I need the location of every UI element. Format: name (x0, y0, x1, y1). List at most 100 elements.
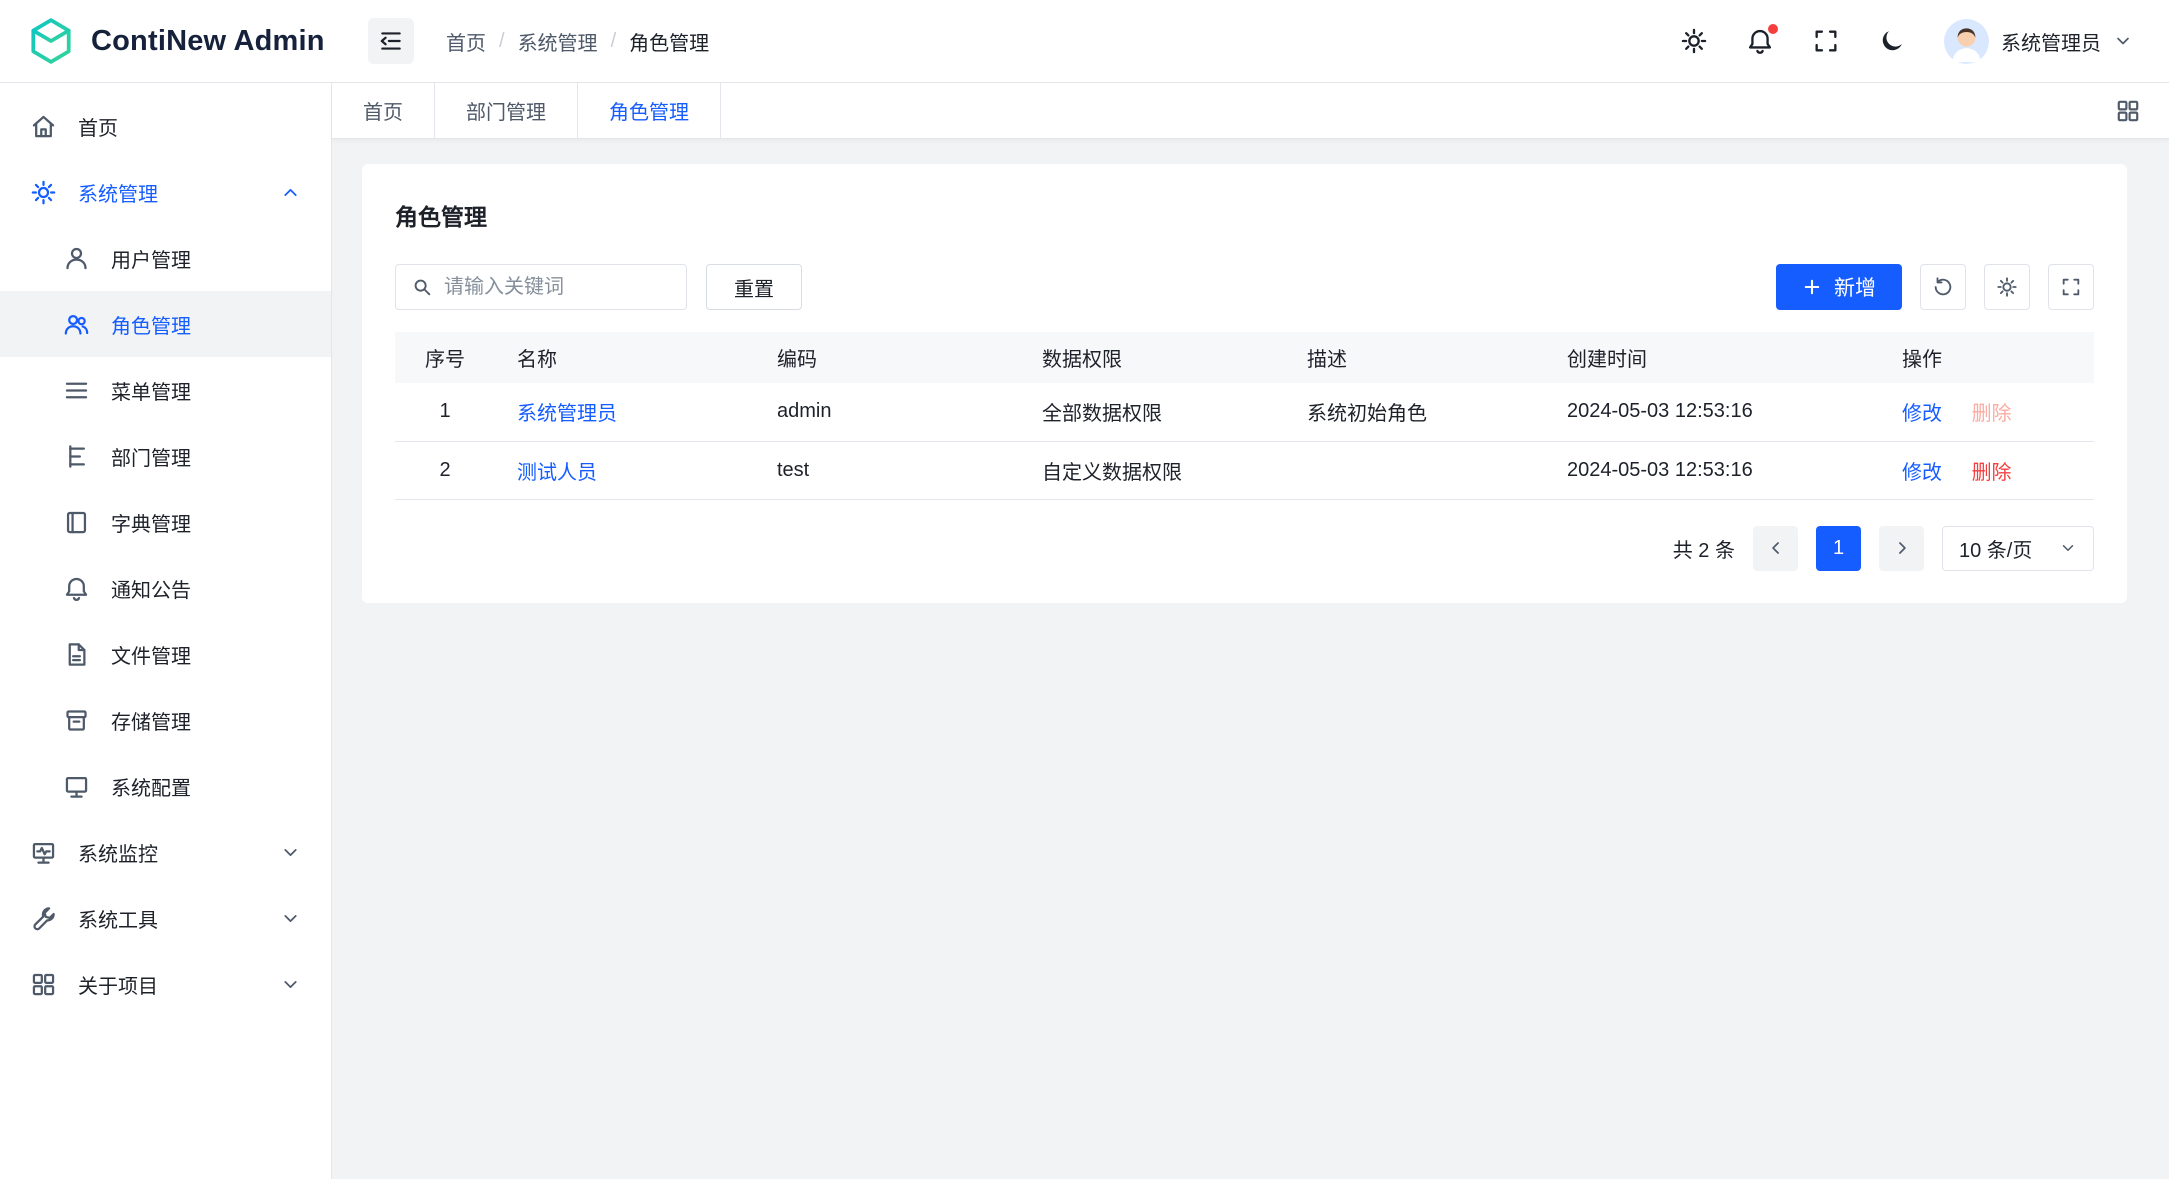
book-icon (63, 509, 90, 536)
sidebar-item-label: 字典管理 (111, 508, 191, 537)
sidebar-item-label: 部门管理 (111, 442, 191, 471)
toolbar-actions: 新增 (1776, 264, 2094, 310)
tab-bar: 首页 部门管理 角色管理 (332, 83, 2169, 139)
sidebar-item-label: 角色管理 (111, 310, 191, 339)
col-header-actions: 操作 (1880, 332, 2094, 383)
refresh-icon[interactable] (1920, 264, 1966, 310)
sidebar-item-home[interactable]: 首页 (0, 93, 331, 159)
chevron-down-icon (2113, 31, 2133, 51)
user-group-icon (63, 311, 90, 338)
table-toolbar: 重置 新增 (395, 264, 2094, 310)
page-size-select[interactable]: 10 条/页 (1942, 526, 2094, 571)
sidebar-item-dict-management[interactable]: 字典管理 (0, 489, 331, 555)
cell-actions: 修改 删除 (1880, 383, 2094, 441)
col-header-index: 序号 (395, 332, 495, 383)
delete-link[interactable]: 删除 (1972, 403, 2012, 425)
logo-cube-icon (26, 16, 76, 66)
edit-link[interactable]: 修改 (1902, 403, 1942, 425)
sidebar-item-system-config[interactable]: 系统配置 (0, 753, 331, 819)
moon-icon[interactable] (1878, 27, 1906, 55)
sidebar-item-notice[interactable]: 通知公告 (0, 555, 331, 621)
tab-list-menu-icon[interactable] (2115, 98, 2141, 124)
user-name: 系统管理员 (2001, 27, 2101, 56)
sidebar-item-system-management[interactable]: 系统管理 (0, 159, 331, 225)
add-button[interactable]: 新增 (1776, 264, 1902, 310)
search-input[interactable] (444, 276, 671, 299)
role-name-link[interactable]: 测试人员 (517, 462, 597, 484)
main-area: 首页 部门管理 角色管理 角色管理 重置 (332, 83, 2169, 1179)
settings-icon[interactable] (1680, 27, 1708, 55)
add-button-label: 新增 (1834, 272, 1876, 302)
sidebar-item-system-tools[interactable]: 系统工具 (0, 885, 331, 951)
sidebar-item-label: 菜单管理 (111, 376, 191, 405)
bell-icon (63, 575, 90, 602)
sidebar-item-about-project[interactable]: 关于项目 (0, 951, 331, 1017)
tree-icon (63, 443, 90, 470)
home-icon (30, 113, 57, 140)
tab-role-management[interactable]: 角色管理 (578, 83, 721, 138)
tab-actions (2115, 83, 2169, 138)
table-row: 2 测试人员 test 自定义数据权限 2024-05-03 12:53:16 … (395, 441, 2094, 499)
archive-icon (63, 707, 90, 734)
cell-description (1285, 441, 1545, 499)
pagination-next-button[interactable] (1879, 526, 1924, 571)
file-icon (63, 641, 90, 668)
logo[interactable]: ContiNew Admin (0, 16, 332, 66)
desktop-icon (63, 773, 90, 800)
edit-link[interactable]: 修改 (1902, 462, 1942, 484)
sidebar-item-label: 用户管理 (111, 244, 191, 273)
gear-icon (30, 179, 57, 206)
tab-home[interactable]: 首页 (332, 83, 435, 138)
user-icon (63, 245, 90, 272)
breadcrumb-separator: / (499, 30, 505, 53)
page-content[interactable]: 角色管理 重置 新增 (332, 139, 2169, 1179)
sidebar-item-label: 系统管理 (78, 178, 158, 207)
monitor-pulse-icon (30, 839, 57, 866)
sidebar-item-label: 关于项目 (78, 970, 158, 999)
menu-fold-icon (378, 28, 404, 54)
app-root: ContiNew Admin 首页 / 系统管理 / 角色管理 系统管理员 (0, 0, 2169, 1179)
sidebar-item-storage-management[interactable]: 存储管理 (0, 687, 331, 753)
col-header-name: 名称 (495, 332, 755, 383)
sidebar-collapse-button[interactable] (368, 18, 414, 64)
breadcrumb-separator: / (611, 30, 617, 53)
notification-dot (1768, 24, 1778, 34)
chevron-down-icon (280, 974, 301, 995)
cell-code: test (755, 441, 1020, 499)
sidebar-item-label: 通知公告 (111, 574, 191, 603)
col-header-data-scope: 数据权限 (1020, 332, 1285, 383)
breadcrumb-home[interactable]: 首页 (446, 27, 486, 56)
chevron-right-icon (1892, 538, 1912, 558)
system-management-submenu: 用户管理 角色管理 菜单管理 部门管理 字典管理 (0, 225, 331, 819)
table-fullscreen-icon[interactable] (2048, 264, 2094, 310)
cell-code: admin (755, 383, 1020, 441)
bell-icon[interactable] (1746, 27, 1774, 55)
delete-link[interactable]: 删除 (1972, 462, 2012, 484)
sidebar-item-system-monitor[interactable]: 系统监控 (0, 819, 331, 885)
chevron-down-icon (2059, 539, 2077, 557)
pagination-total: 共 2 条 (1673, 534, 1735, 563)
fullscreen-icon[interactable] (1812, 27, 1840, 55)
chevron-down-icon (280, 908, 301, 929)
cell-name: 系统管理员 (495, 383, 755, 441)
pagination-prev-button[interactable] (1753, 526, 1798, 571)
sidebar-item-user-management[interactable]: 用户管理 (0, 225, 331, 291)
avatar (1944, 19, 1989, 64)
cell-index: 2 (395, 441, 495, 499)
reset-button[interactable]: 重置 (706, 264, 802, 310)
sidebar-item-file-management[interactable]: 文件管理 (0, 621, 331, 687)
sidebar-item-dept-management[interactable]: 部门管理 (0, 423, 331, 489)
sidebar-item-menu-management[interactable]: 菜单管理 (0, 357, 331, 423)
sidebar-item-role-management[interactable]: 角色管理 (0, 291, 331, 357)
column-settings-icon[interactable] (1984, 264, 2030, 310)
cell-data-scope: 自定义数据权限 (1020, 441, 1285, 499)
search-icon (411, 276, 433, 298)
role-name-link[interactable]: 系统管理员 (517, 403, 617, 425)
tab-dept-management[interactable]: 部门管理 (435, 83, 578, 138)
sidebar-item-label: 文件管理 (111, 640, 191, 669)
cell-created-time: 2024-05-03 12:53:16 (1545, 441, 1880, 499)
role-management-card: 角色管理 重置 新增 (362, 164, 2127, 603)
user-menu[interactable]: 系统管理员 (1944, 19, 2133, 64)
breadcrumb-system[interactable]: 系统管理 (518, 27, 598, 56)
pagination-page-1[interactable]: 1 (1816, 526, 1861, 571)
